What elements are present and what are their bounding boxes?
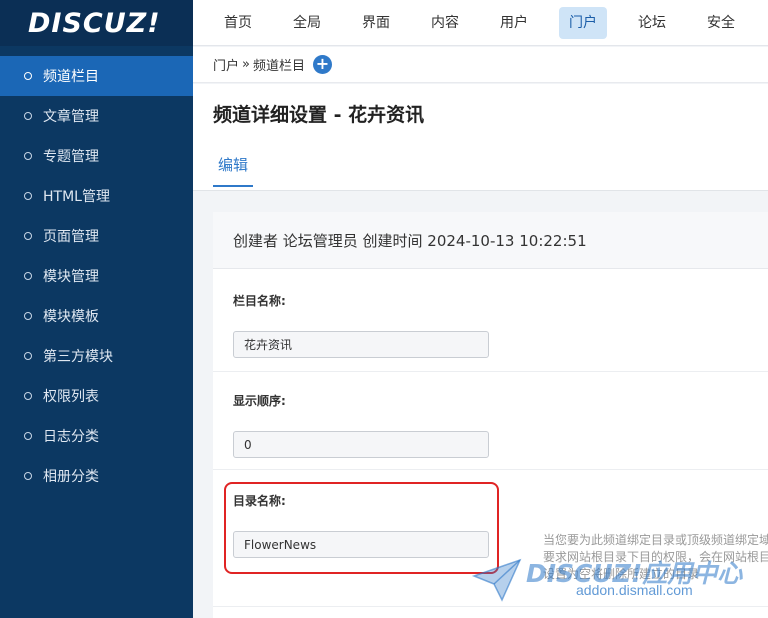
tab-global[interactable]: 全局 — [283, 7, 331, 39]
divider — [213, 606, 768, 607]
dir-help-text: 当您要为此频道绑定目录或顶级频道绑定域 要求网站根目录下目的权限，会在网站根目 … — [543, 532, 768, 583]
sidebar-item-topics[interactable]: 专题管理 — [0, 136, 193, 176]
name-label: 栏目名称: — [233, 294, 286, 308]
sidebar-item-articles[interactable]: 文章管理 — [0, 96, 193, 136]
sidebar-item-log-categories[interactable]: 日志分类 — [0, 416, 193, 456]
breadcrumb-separator: » — [242, 57, 250, 72]
sidebar-item-label: 专题管理 — [43, 149, 99, 165]
sidebar-item-channel[interactable]: 频道栏目 — [0, 56, 193, 96]
breadcrumb-portal[interactable]: 门户 — [213, 55, 239, 74]
tab-interface[interactable]: 界面 — [352, 7, 400, 39]
tab-home[interactable]: 首页 — [214, 7, 262, 39]
divider — [213, 469, 768, 470]
divider — [213, 371, 768, 372]
order-input[interactable] — [233, 431, 489, 458]
help-line: 要求网站根目录下目的权限，会在网站根目 — [543, 550, 768, 564]
sidebar-item-third-party[interactable]: 第三方模块 — [0, 336, 193, 376]
name-input[interactable] — [233, 331, 489, 358]
sidebar-item-label: 模块模板 — [43, 309, 99, 325]
top-nav: 首页 全局 界面 内容 用户 门户 论坛 安全 运营 — [193, 0, 768, 46]
tab-security[interactable]: 安全 — [697, 7, 745, 39]
page-header: 频道详细设置 - 花卉资讯 编辑 — [193, 84, 768, 191]
circle-icon — [24, 312, 32, 320]
sidebar-item-label: 模块管理 — [43, 269, 99, 285]
sidebar-item-blocks[interactable]: 模块管理 — [0, 256, 193, 296]
discuz-logo[interactable]: DISCUZ! — [0, 0, 193, 46]
sidebar-item-label: 相册分类 — [43, 469, 99, 485]
sidebar-item-permissions[interactable]: 权限列表 — [0, 376, 193, 416]
circle-icon — [24, 392, 32, 400]
circle-icon — [24, 352, 32, 360]
help-line: 当您要为此频道绑定目录或顶级频道绑定域 — [543, 533, 768, 547]
circle-icon — [24, 232, 32, 240]
circle-icon — [24, 272, 32, 280]
sidebar-item-html[interactable]: HTML管理 — [0, 176, 193, 216]
circle-icon — [24, 112, 32, 120]
tab-users[interactable]: 用户 — [490, 7, 538, 39]
sidebar-item-pages[interactable]: 页面管理 — [0, 216, 193, 256]
sidebar-item-label: 日志分类 — [43, 429, 99, 445]
sidebar-item-album-categories[interactable]: 相册分类 — [0, 456, 193, 496]
page-title: 频道详细设置 - 花卉资讯 — [213, 104, 425, 126]
breadcrumb: 门户 » 频道栏目 + — [193, 47, 768, 83]
sidebar-nav: 频道栏目 文章管理 专题管理 HTML管理 页面管理 模块管理 模块模板 第三方… — [0, 56, 193, 496]
sidebar-item-label: 频道栏目 — [43, 69, 99, 85]
help-line: 设置为空将删除所建立的目录 — [543, 567, 700, 581]
order-label: 显示顺序: — [233, 394, 286, 408]
sidebar-item-label: 权限列表 — [43, 389, 99, 405]
sidebar-item-label: 页面管理 — [43, 229, 99, 245]
highlight-box — [224, 482, 499, 574]
circle-icon — [24, 72, 32, 80]
tab-forum[interactable]: 论坛 — [628, 7, 676, 39]
tab-portal[interactable]: 门户 — [559, 6, 607, 39]
tab-edit[interactable]: 编辑 — [213, 154, 254, 187]
plus-circle-icon[interactable]: + — [313, 55, 332, 74]
circle-icon — [24, 472, 32, 480]
breadcrumb-current: 频道栏目 — [252, 59, 305, 74]
sidebar-item-label: 文章管理 — [43, 109, 99, 125]
circle-icon — [24, 152, 32, 160]
circle-icon — [24, 432, 32, 440]
tab-content[interactable]: 内容 — [421, 7, 469, 39]
circle-icon — [24, 192, 32, 200]
creator-info: 创建者 论坛管理员 创建时间 2024-10-13 10:22:51 — [213, 212, 768, 269]
sidebar-item-label: HTML管理 — [43, 189, 110, 205]
sidebar: DISCUZ! 频道栏目 文章管理 专题管理 HTML管理 页面管理 模块管理 … — [0, 0, 193, 618]
sidebar-item-block-templates[interactable]: 模块模板 — [0, 296, 193, 336]
sidebar-item-label: 第三方模块 — [43, 349, 113, 365]
